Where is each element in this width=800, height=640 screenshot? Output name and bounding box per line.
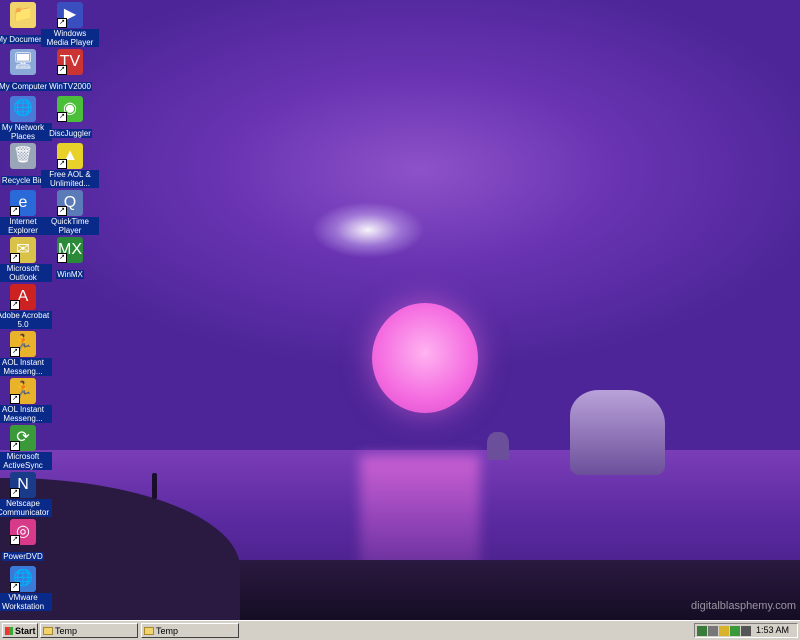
wintv-icon: TV ↗ — [57, 49, 83, 75]
desktop-icon[interactable]: ◉ ↗ DiscJuggler — [41, 94, 99, 141]
shortcut-arrow-icon: ↗ — [10, 300, 20, 310]
shortcut-arrow-icon: ↗ — [10, 347, 20, 357]
winmx-icon: MX ↗ — [57, 237, 83, 263]
wallpaper-watermark: digitalblasphemy.com — [691, 600, 796, 612]
shortcut-arrow-icon: ↗ — [10, 535, 20, 545]
wallpaper-large-rock — [570, 390, 665, 475]
desktop-icon-label: PowerDVD — [2, 552, 44, 561]
desktop-icon-label: WinMX — [56, 270, 84, 279]
desktop-icon-label: WinTV2000 — [48, 82, 92, 91]
activesync-icon: ⟳ ↗ — [10, 425, 36, 451]
computer-icon: 🖥 — [10, 49, 36, 75]
desktop-icon-label: QuickTime Player — [41, 217, 99, 235]
shortcut-arrow-icon: ↗ — [10, 441, 20, 451]
volume-icon[interactable] — [708, 626, 718, 636]
taskbar-button-temp-2[interactable]: Temp — [141, 623, 239, 638]
desktop-icon-label: Microsoft ActiveSync — [0, 452, 52, 470]
desktop-icon[interactable]: TV ↗ WinTV2000 — [41, 47, 99, 94]
desktop-icon[interactable]: 🌐 ↗ VMware Workstation — [0, 564, 52, 614]
shortcut-arrow-icon: ↗ — [57, 112, 67, 122]
recycle-bin-icon: 🗑 — [10, 143, 36, 169]
shortcut-arrow-icon: ↗ — [57, 206, 67, 216]
outlook-icon: ✉ ↗ — [10, 237, 36, 263]
desktop: digitalblasphemy.com 📁 My Documents ▶ ↗ Wind… — [0, 0, 800, 620]
internet-explorer-icon: e ↗ — [10, 190, 36, 216]
system-tray: 1:53 AM — [694, 623, 798, 638]
desktop-icon[interactable]: Q ↗ QuickTime Player — [41, 188, 99, 238]
desktop-icon[interactable]: ⟳ ↗ Microsoft ActiveSync — [0, 423, 52, 473]
desktop-icon[interactable]: MX ↗ WinMX — [41, 235, 99, 282]
shortcut-arrow-icon: ↗ — [57, 18, 67, 28]
start-button[interactable]: Start — [2, 623, 38, 638]
folder-icon — [144, 627, 154, 635]
desktop-icon-label: VMware Workstation — [0, 593, 52, 611]
discjuggler-icon: ◉ ↗ — [57, 96, 83, 122]
shortcut-arrow-icon: ↗ — [57, 159, 67, 169]
aim-icon: 🏃 ↗ — [10, 378, 36, 404]
desktop-icon-label: Netscape Communicator — [0, 499, 52, 517]
wallpaper-sun — [372, 303, 478, 413]
taskbar-button-temp-1[interactable]: Temp — [40, 623, 138, 638]
desktop-icon-label: Adobe Acrobat 5.0 — [0, 311, 52, 329]
shortcut-arrow-icon: ↗ — [10, 253, 20, 263]
folder-documents-icon: 📁 — [10, 2, 36, 28]
shortcut-arrow-icon: ↗ — [10, 206, 20, 216]
taskbar-button-label: Temp — [156, 626, 179, 636]
desktop-icon[interactable]: N ↗ Netscape Communicator — [0, 470, 52, 520]
desktop-icon[interactable]: ◎ ↗ PowerDVD — [0, 517, 52, 564]
desktop-icon-label: AOL Instant Messeng... — [0, 358, 52, 376]
start-label: Start — [15, 626, 36, 636]
media-player-icon: ▶ ↗ — [57, 2, 83, 28]
wallpaper-small-rock — [487, 432, 509, 460]
desktop-icon-label: AOL Instant Messeng... — [0, 405, 52, 423]
aim-icon: 🏃 ↗ — [10, 331, 36, 357]
wallpaper-standing-figure — [152, 473, 157, 499]
shortcut-arrow-icon: ↗ — [57, 65, 67, 75]
shortcut-arrow-icon: ↗ — [10, 394, 20, 404]
acrobat-icon: A ↗ — [10, 284, 36, 310]
network-tray-icon[interactable] — [697, 626, 707, 636]
shortcut-arrow-icon: ↗ — [10, 488, 20, 498]
desktop-icon[interactable]: 🏃 ↗ AOL Instant Messeng... — [0, 376, 52, 426]
desktop-icon[interactable]: A ↗ Adobe Acrobat 5.0 — [0, 282, 52, 332]
windows-flag-icon — [5, 627, 13, 635]
quicktime-icon: Q ↗ — [57, 190, 83, 216]
shortcut-arrow-icon: ↗ — [10, 582, 20, 592]
taskbar: Start Temp Temp 1:53 AM — [0, 620, 800, 640]
netscape-icon: N ↗ — [10, 472, 36, 498]
powerdvd-icon: ◎ ↗ — [10, 519, 36, 545]
desktop-icon-label: Recycle Bin — [0, 176, 46, 185]
desktop-icon-label: Free AOL & Unlimited... — [41, 170, 99, 188]
folder-icon — [43, 627, 53, 635]
network-icon: 🌐 — [10, 96, 36, 122]
aol-triangle-icon: ▲ ↗ — [57, 143, 83, 169]
desktop-icon[interactable]: 🏃 ↗ AOL Instant Messeng... — [0, 329, 52, 379]
clock[interactable]: 1:53 AM — [756, 624, 789, 637]
desktop-icon-label: Windows Media Player — [41, 29, 99, 47]
vmware-icon: 🌐 ↗ — [10, 566, 36, 592]
sync-tray-icon[interactable] — [730, 626, 740, 636]
shortcut-arrow-icon: ↗ — [57, 253, 67, 263]
taskbar-button-label: Temp — [55, 626, 78, 636]
desktop-icon[interactable]: ▶ ↗ Windows Media Player — [41, 0, 99, 50]
desktop-icon[interactable]: ▲ ↗ Free AOL & Unlimited... — [41, 141, 99, 191]
pen-tray-icon[interactable] — [719, 626, 729, 636]
desktop-icon-label: DiscJuggler — [48, 129, 92, 138]
monitor-tray-icon[interactable] — [741, 626, 751, 636]
